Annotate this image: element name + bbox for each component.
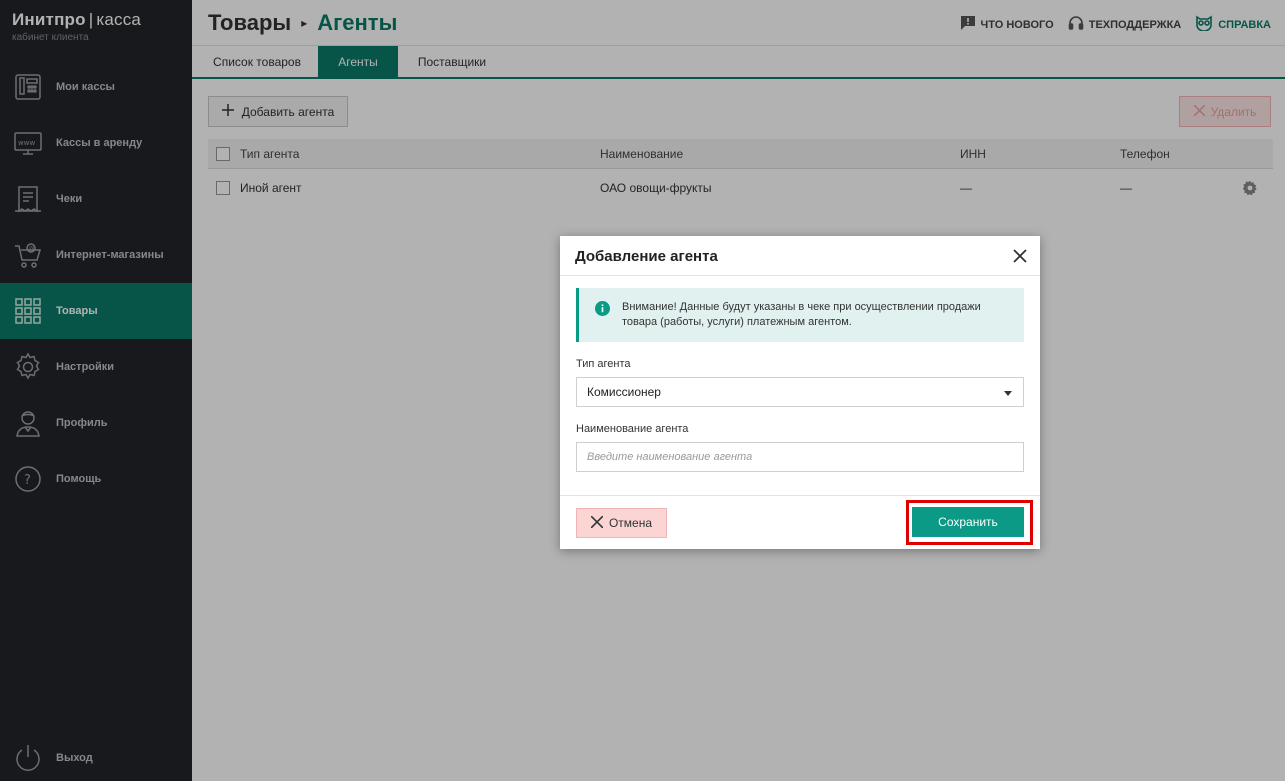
alert-text: Внимание! Данные будут указаны в чеке пр…: [622, 301, 981, 328]
info-icon: [595, 301, 610, 321]
chevron-down-icon: [1004, 391, 1012, 396]
dialog-footer: Отмена Сохранить: [560, 495, 1040, 549]
cancel-label: Отмена: [608, 516, 653, 530]
close-icon[interactable]: [1010, 246, 1030, 266]
close-icon: [590, 514, 604, 531]
info-alert: Внимание! Данные будут указаны в чеке пр…: [576, 288, 1024, 342]
agent-name-label: Наименование агента: [576, 423, 689, 435]
agent-name-input[interactable]: [576, 442, 1024, 472]
cancel-button[interactable]: Отмена: [576, 508, 667, 538]
agent-type-value: Комиссионер: [587, 385, 661, 399]
save-button[interactable]: Сохранить: [912, 507, 1024, 537]
agent-type-label: Тип агента: [576, 358, 631, 370]
dialog-header: Добавление агента: [560, 236, 1040, 276]
dialog-title: Добавление агента: [575, 248, 718, 265]
add-agent-dialog: Добавление агента Внимание! Данные будут…: [560, 236, 1040, 549]
agent-type-select[interactable]: Комиссионер: [576, 377, 1024, 407]
